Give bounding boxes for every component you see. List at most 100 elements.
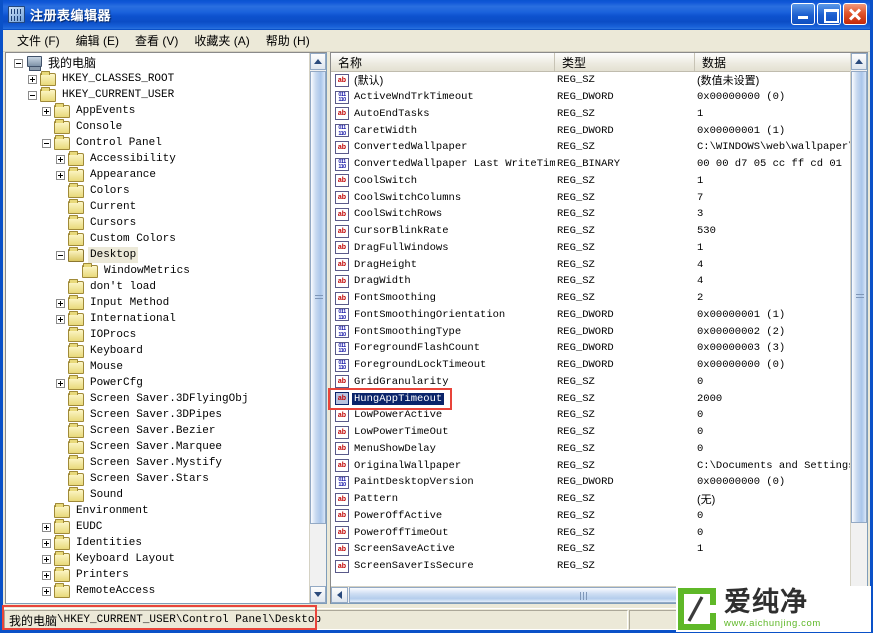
tree-node[interactable]: Console — [6, 119, 309, 135]
tree-node[interactable]: Accessibility — [6, 151, 309, 167]
tree-node[interactable]: IOProcs — [6, 327, 309, 343]
registry-value-row[interactable]: 011110FontSmoothingTypeREG_DWORD0x000000… — [331, 323, 850, 340]
registry-value-row[interactable]: 011110ActiveWndTrkTimeoutREG_DWORD0x0000… — [331, 89, 850, 106]
tree-node[interactable]: Screen Saver.3DFlyingObj — [6, 391, 309, 407]
tree-scroll-down-button[interactable] — [310, 586, 326, 603]
tree-node[interactable]: Screen Saver.Mystify — [6, 455, 309, 471]
tree-node[interactable]: Control Panel — [6, 135, 309, 151]
registry-value-row[interactable]: abScreenSaverIsSecureREG_SZ — [331, 558, 850, 575]
tree-node[interactable]: Input Method — [6, 295, 309, 311]
expand-toggle-icon[interactable] — [28, 75, 37, 84]
registry-value-row[interactable]: abDragFullWindowsREG_SZ1 — [331, 240, 850, 257]
minimize-button[interactable] — [791, 3, 815, 25]
tree-node[interactable]: Desktop — [6, 247, 309, 263]
collapse-toggle-icon[interactable] — [42, 139, 51, 148]
registry-value-row[interactable]: 011110CaretWidthREG_DWORD0x00000001 (1) — [331, 122, 850, 139]
expand-toggle-icon[interactable] — [56, 379, 65, 388]
registry-value-row[interactable]: 011110ForegroundFlashCountREG_DWORD0x000… — [331, 340, 850, 357]
expand-toggle-icon[interactable] — [42, 523, 51, 532]
tree-node[interactable]: WindowMetrics — [6, 263, 309, 279]
registry-value-row[interactable]: abDragWidthREG_SZ4 — [331, 273, 850, 290]
expand-toggle-icon[interactable] — [42, 571, 51, 580]
tree-node[interactable]: Screen Saver.Marquee — [6, 439, 309, 455]
list-vertical-scrollbar[interactable] — [850, 53, 867, 603]
registry-value-row[interactable]: 011110ForegroundLockTimeoutREG_DWORD0x00… — [331, 357, 850, 374]
registry-value-row[interactable]: abPowerOffTimeOutREG_SZ0 — [331, 524, 850, 541]
tree-node[interactable]: RemoteAccess — [6, 583, 309, 599]
registry-value-row[interactable]: abConvertedWallpaperREG_SZC:\WINDOWS\web… — [331, 139, 850, 156]
expand-toggle-icon[interactable] — [56, 155, 65, 164]
collapse-toggle-icon[interactable] — [56, 251, 65, 260]
list-scroll-left-button[interactable] — [331, 587, 348, 603]
tree-node[interactable]: Keyboard — [6, 343, 309, 359]
maximize-button[interactable] — [817, 3, 841, 25]
menu-help[interactable]: 帮助 (H) — [258, 30, 318, 51]
tree-node[interactable]: Custom Colors — [6, 231, 309, 247]
tree-node[interactable]: don't load — [6, 279, 309, 295]
registry-values-list[interactable]: ab(默认)REG_SZ(数值未设置)011110ActiveWndTrkTim… — [331, 72, 850, 586]
expand-toggle-icon[interactable] — [42, 555, 51, 564]
expand-toggle-icon[interactable] — [42, 539, 51, 548]
registry-value-row[interactable]: abHungAppTimeoutREG_SZ2000 — [331, 390, 850, 407]
column-header-data[interactable]: 数据 — [695, 53, 850, 71]
tree-node[interactable]: EUDC — [6, 519, 309, 535]
tree-node[interactable]: Keyboard Layout — [6, 551, 309, 567]
registry-value-row[interactable]: abOriginalWallpaperREG_SZC:\Documents an… — [331, 457, 850, 474]
menu-edit[interactable]: 编辑 (E) — [68, 30, 127, 51]
registry-value-row[interactable]: abLowPowerActiveREG_SZ0 — [331, 407, 850, 424]
registry-value-row[interactable]: abPatternREG_SZ(无) — [331, 491, 850, 508]
registry-value-row[interactable]: abCoolSwitchRowsREG_SZ3 — [331, 206, 850, 223]
registry-value-row[interactable]: abAutoEndTasksREG_SZ1 — [331, 106, 850, 123]
tree-node[interactable]: Cursors — [6, 215, 309, 231]
column-header-type[interactable]: 类型 — [555, 53, 695, 71]
registry-value-row[interactable]: 011110ConvertedWallpaper Last WriteTimeR… — [331, 156, 850, 173]
registry-value-row[interactable]: abMenuShowDelayREG_SZ0 — [331, 441, 850, 458]
registry-value-row[interactable]: 011110FontSmoothingOrientationREG_DWORD0… — [331, 307, 850, 324]
tree-node[interactable]: Screen Saver.Bezier — [6, 423, 309, 439]
tree-node[interactable]: Sound — [6, 487, 309, 503]
registry-value-row[interactable]: abGridGranularityREG_SZ0 — [331, 374, 850, 391]
tree-node[interactable]: HKEY_CURRENT_USER — [6, 87, 309, 103]
tree-node[interactable]: HKEY_CLASSES_ROOT — [6, 71, 309, 87]
tree-scroll-up-button[interactable] — [310, 53, 326, 70]
tree-scrollbar-thumb[interactable] — [310, 71, 326, 524]
registry-value-row[interactable]: ab(默认)REG_SZ(数值未设置) — [331, 72, 850, 89]
title-bar[interactable]: 注册表编辑器 — [3, 0, 870, 30]
tree-node[interactable]: Environment — [6, 503, 309, 519]
tree-node[interactable]: Screen Saver.Stars — [6, 471, 309, 487]
registry-value-row[interactable]: abCoolSwitchREG_SZ1 — [331, 173, 850, 190]
tree-node[interactable]: Current — [6, 199, 309, 215]
list-scrollbar-thumb[interactable] — [851, 71, 867, 523]
tree-node[interactable]: Mouse — [6, 359, 309, 375]
tree-node[interactable]: Screen Saver.3DPipes — [6, 407, 309, 423]
tree-node[interactable]: International — [6, 311, 309, 327]
menu-favorites[interactable]: 收藏夹 (A) — [186, 30, 257, 51]
tree-node[interactable]: AppEvents — [6, 103, 309, 119]
registry-value-row[interactable]: abCursorBlinkRateREG_SZ530 — [331, 223, 850, 240]
expand-toggle-icon[interactable] — [56, 171, 65, 180]
menu-view[interactable]: 查看 (V) — [127, 30, 186, 51]
tree-node[interactable]: PowerCfg — [6, 375, 309, 391]
registry-value-row[interactable]: abDragHeightREG_SZ4 — [331, 256, 850, 273]
tree-node[interactable]: Appearance — [6, 167, 309, 183]
menu-file[interactable]: 文件 (F) — [9, 30, 68, 51]
tree-vertical-scrollbar[interactable] — [309, 53, 326, 603]
registry-value-row[interactable]: abCoolSwitchColumnsREG_SZ7 — [331, 189, 850, 206]
close-button[interactable] — [843, 3, 867, 25]
tree-node[interactable]: 我的电脑 — [6, 55, 309, 71]
collapse-toggle-icon[interactable] — [28, 91, 37, 100]
collapse-toggle-icon[interactable] — [14, 59, 23, 68]
expand-toggle-icon[interactable] — [42, 587, 51, 596]
tree-node[interactable]: Identities — [6, 535, 309, 551]
column-header-name[interactable]: 名称 — [331, 53, 555, 71]
registry-value-row[interactable]: abLowPowerTimeOutREG_SZ0 — [331, 424, 850, 441]
registry-tree[interactable]: 我的电脑HKEY_CLASSES_ROOTHKEY_CURRENT_USERAp… — [6, 53, 309, 603]
expand-toggle-icon[interactable] — [42, 107, 51, 116]
tree-node[interactable]: Printers — [6, 567, 309, 583]
registry-value-row[interactable]: abPowerOffActiveREG_SZ0 — [331, 508, 850, 525]
registry-value-row[interactable]: abScreenSaveActiveREG_SZ1 — [331, 541, 850, 558]
tree-node[interactable]: Colors — [6, 183, 309, 199]
registry-value-row[interactable]: 011110PaintDesktopVersionREG_DWORD0x0000… — [331, 474, 850, 491]
expand-toggle-icon[interactable] — [56, 299, 65, 308]
list-scroll-up-button[interactable] — [851, 53, 867, 70]
